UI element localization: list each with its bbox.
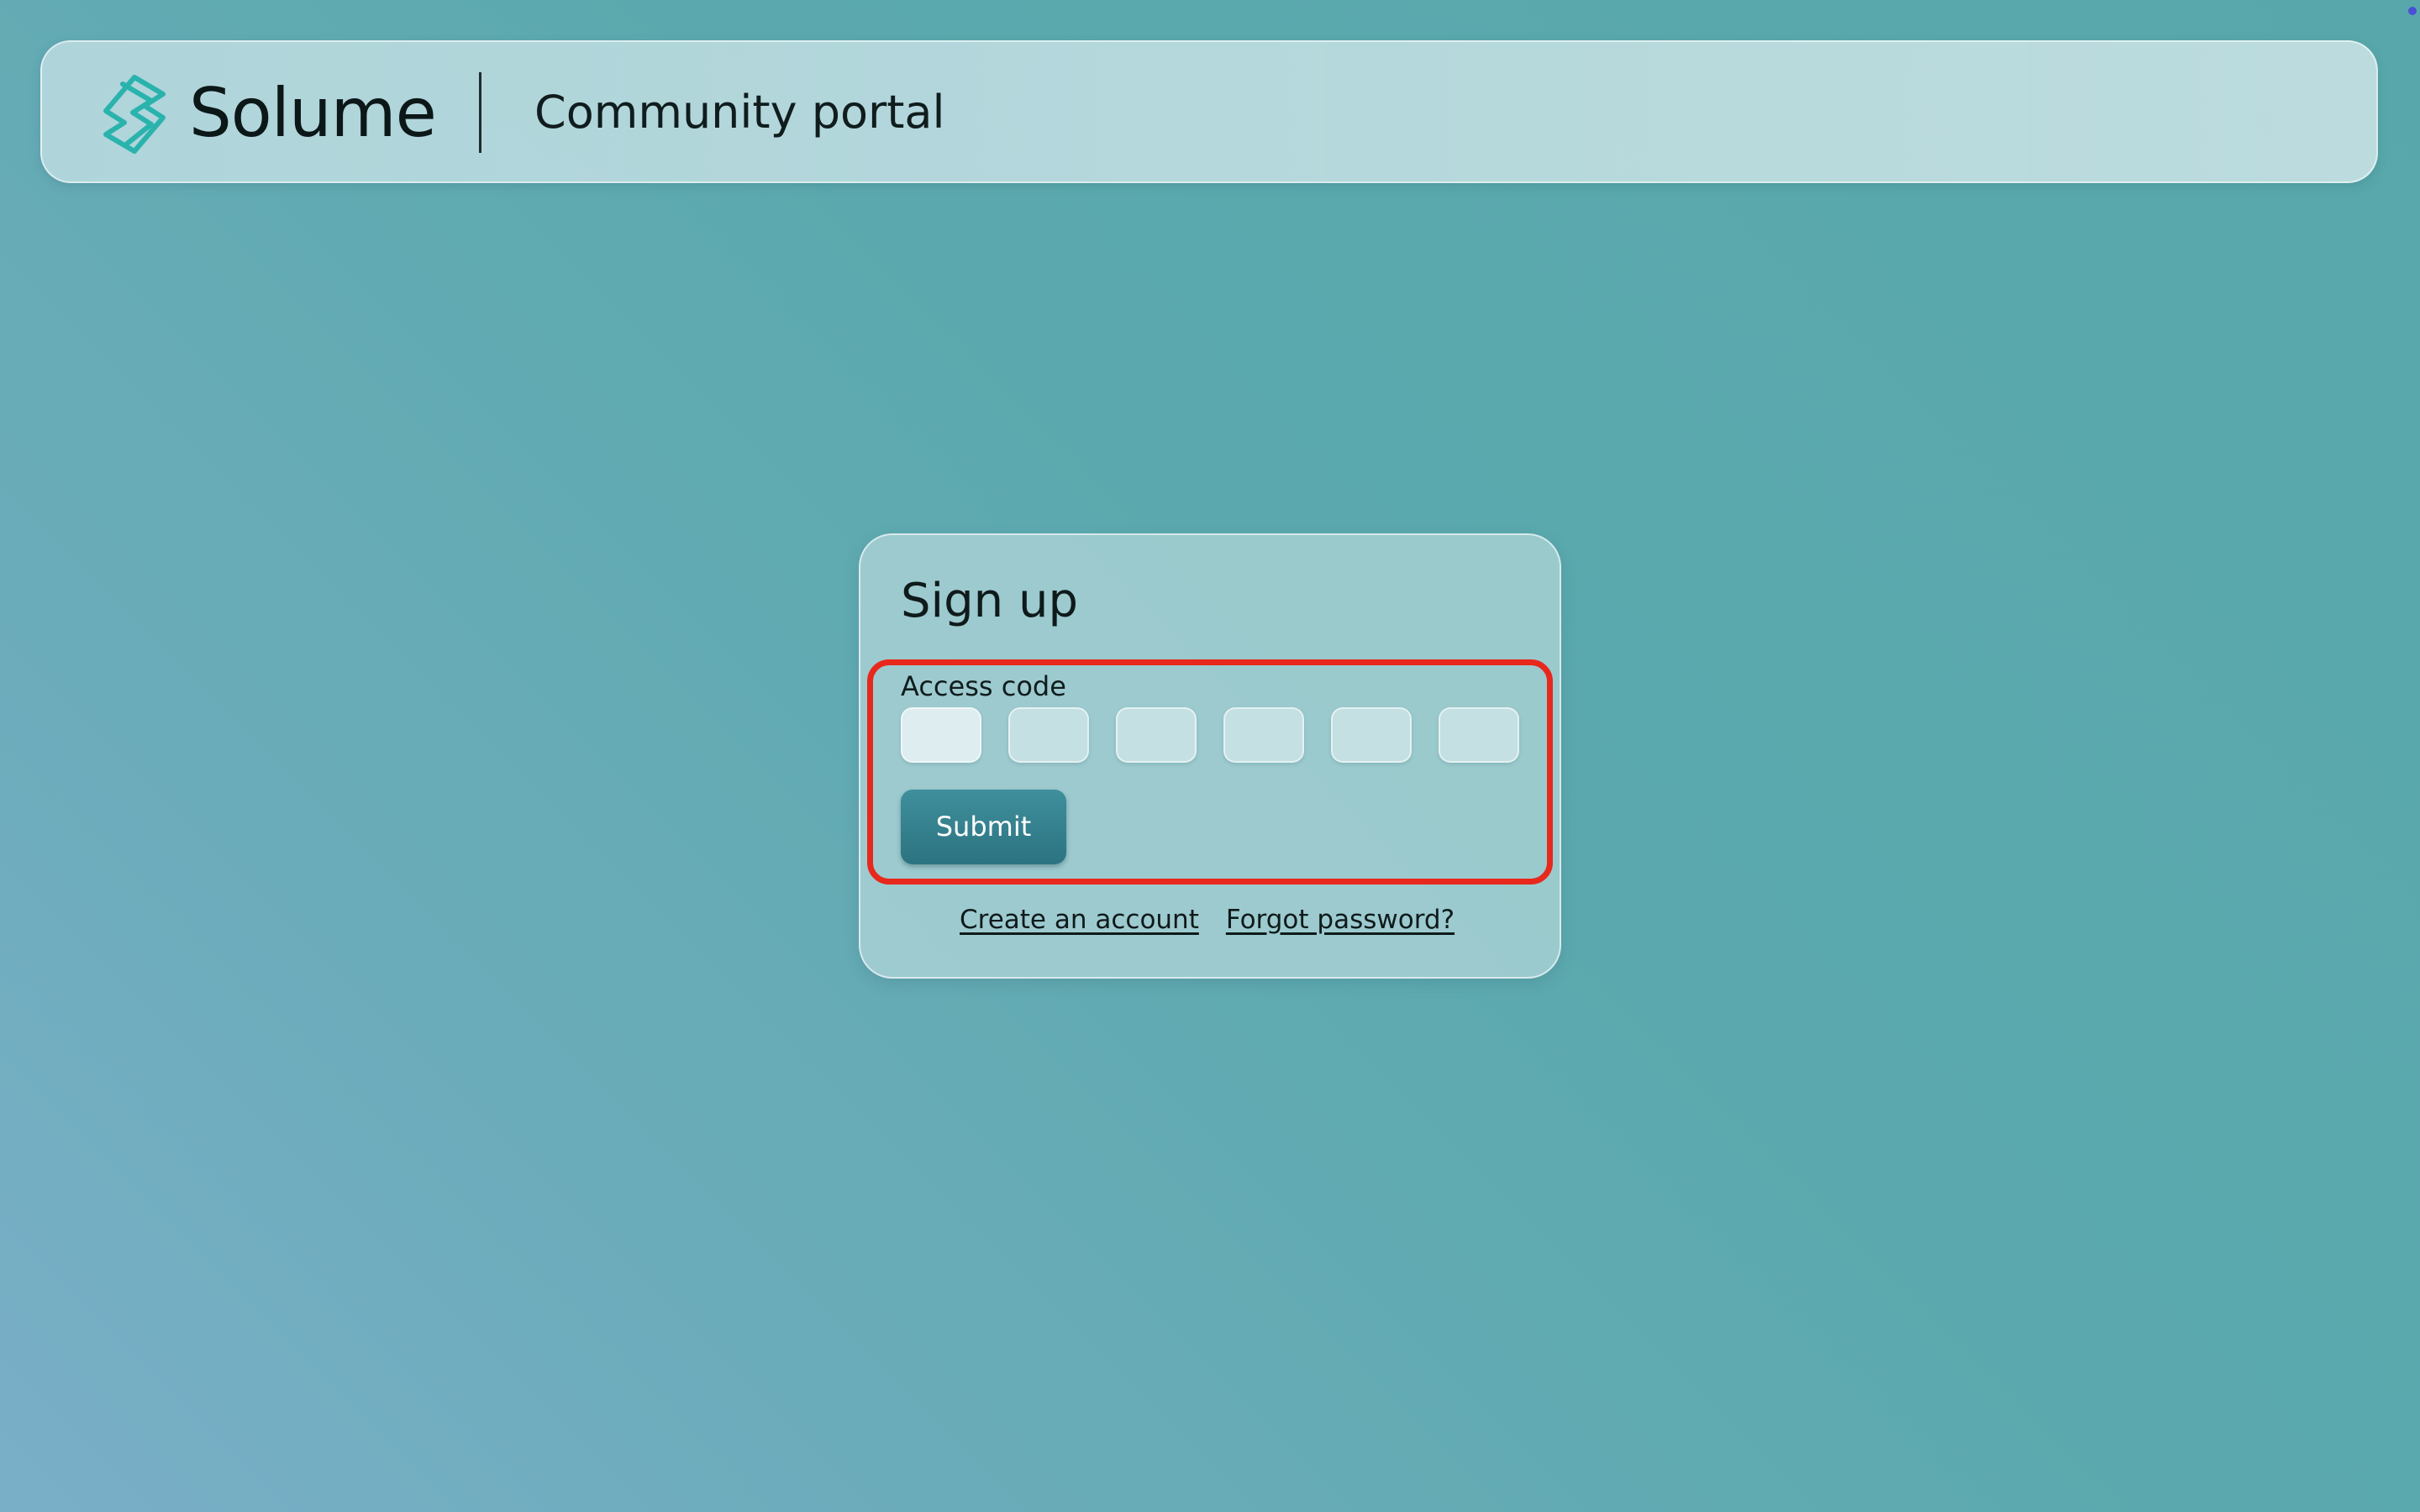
app-header: Solume Community portal [40, 40, 2378, 183]
status-dot [2408, 7, 2417, 15]
create-account-link[interactable]: Create an account [960, 903, 1199, 937]
access-code-digit-4[interactable] [1223, 707, 1304, 763]
signup-title: Sign up [901, 574, 1078, 628]
access-code-digit-3[interactable] [1116, 707, 1197, 763]
access-code-digit-2[interactable] [1008, 707, 1089, 763]
solume-logo-icon [103, 75, 166, 154]
brand-name: Solume [189, 74, 437, 152]
submit-button[interactable]: Submit [901, 790, 1066, 864]
forgot-password-link[interactable]: Forgot password? [1226, 903, 1455, 937]
account-links: Create an account Forgot password? [960, 903, 1455, 937]
access-code-inputs [901, 707, 1519, 763]
portal-title: Community portal [534, 86, 945, 139]
header-divider [479, 72, 481, 153]
access-code-label: Access code [901, 670, 1066, 702]
signup-card: Sign up Access code Submit Create an acc… [859, 533, 1561, 979]
access-code-digit-1[interactable] [901, 707, 981, 763]
access-code-digit-6[interactable] [1439, 707, 1519, 763]
access-code-digit-5[interactable] [1331, 707, 1412, 763]
